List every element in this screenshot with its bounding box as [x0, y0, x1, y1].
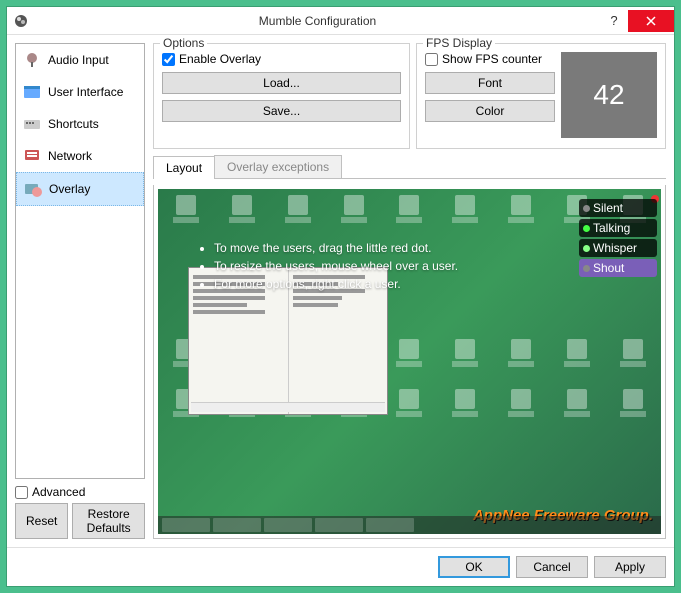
tab-exceptions[interactable]: Overlay exceptions — [214, 155, 342, 178]
sidebar-item-audio-input[interactable]: Audio Input — [16, 44, 144, 76]
sidebar-item-label: Audio Input — [48, 53, 109, 67]
instructions: To move the users, drag the little red d… — [198, 239, 458, 293]
instruction-line: For more options, right click a user. — [214, 275, 458, 293]
network-icon — [22, 146, 42, 166]
cancel-button[interactable]: Cancel — [516, 556, 588, 578]
color-button[interactable]: Color — [425, 100, 555, 122]
sidebar-item-network[interactable]: Network — [16, 140, 144, 172]
preview-taskbar — [158, 516, 661, 534]
show-fps-checkbox[interactable]: Show FPS counter — [425, 52, 555, 66]
enable-overlay-input[interactable] — [162, 53, 175, 66]
overlay-icon — [23, 179, 43, 199]
reset-button[interactable]: Reset — [15, 503, 68, 539]
window-title: Mumble Configuration — [35, 14, 600, 28]
close-button[interactable] — [628, 10, 674, 32]
sidebar-item-label: Shortcuts — [48, 117, 99, 131]
app-icon — [13, 13, 29, 29]
tab-layout[interactable]: Layout — [153, 156, 215, 179]
sidebar-item-user-interface[interactable]: User Interface — [16, 76, 144, 108]
titlebar: Mumble Configuration ? — [7, 7, 674, 35]
options-group: Options Enable Overlay Load... Save... — [153, 43, 410, 149]
main-panel: Options Enable Overlay Load... Save... F… — [153, 43, 666, 539]
sidebar-item-label: Overlay — [49, 182, 90, 196]
font-button[interactable]: Font — [425, 72, 555, 94]
enable-overlay-label: Enable Overlay — [179, 52, 261, 66]
config-window: Mumble Configuration ? Audio Input User … — [6, 6, 675, 587]
advanced-checkbox-input[interactable] — [15, 486, 28, 499]
category-list: Audio Input User Interface Shortcuts Net… — [15, 43, 145, 479]
overlay-user-item[interactable]: Talking — [579, 219, 657, 237]
overlay-user-item[interactable]: Shout — [579, 259, 657, 277]
ok-button[interactable]: OK — [438, 556, 510, 578]
restore-defaults-button[interactable]: Restore Defaults — [72, 503, 145, 539]
fps-preview: 42 — [561, 52, 657, 138]
show-fps-input[interactable] — [425, 53, 438, 66]
fps-legend: FPS Display — [423, 36, 495, 50]
enable-overlay-checkbox[interactable]: Enable Overlay — [162, 52, 401, 66]
overlay-users-list[interactable]: Silent Talking Whisper Shout — [579, 199, 657, 279]
options-legend: Options — [160, 36, 207, 50]
show-fps-label: Show FPS counter — [442, 52, 542, 66]
sidebar-item-shortcuts[interactable]: Shortcuts — [16, 108, 144, 140]
load-button[interactable]: Load... — [162, 72, 401, 94]
sidebar: Audio Input User Interface Shortcuts Net… — [15, 43, 145, 539]
instruction-line: To resize the users, mouse wheel over a … — [214, 257, 458, 275]
advanced-label: Advanced — [32, 485, 85, 499]
ui-icon — [22, 82, 42, 102]
sidebar-item-label: User Interface — [48, 85, 123, 99]
help-button[interactable]: ? — [600, 10, 628, 32]
save-button[interactable]: Save... — [162, 100, 401, 122]
instruction-line: To move the users, drag the little red d… — [214, 239, 458, 257]
sidebar-item-label: Network — [48, 149, 92, 163]
apply-button[interactable]: Apply — [594, 556, 666, 578]
keyboard-icon — [22, 114, 42, 134]
advanced-checkbox[interactable]: Advanced — [15, 485, 145, 499]
mic-icon — [22, 50, 42, 70]
overlay-user-item[interactable]: Silent — [579, 199, 657, 217]
layout-panel: To move the users, drag the little red d… — [153, 185, 666, 539]
fps-group: FPS Display Show FPS counter Font Color … — [416, 43, 666, 149]
tabs: Layout Overlay exceptions — [153, 155, 666, 179]
footer: OK Cancel Apply — [7, 547, 674, 586]
sidebar-item-overlay[interactable]: Overlay — [16, 172, 144, 206]
overlay-user-item[interactable]: Whisper — [579, 239, 657, 257]
overlay-preview[interactable]: To move the users, drag the little red d… — [158, 189, 661, 534]
